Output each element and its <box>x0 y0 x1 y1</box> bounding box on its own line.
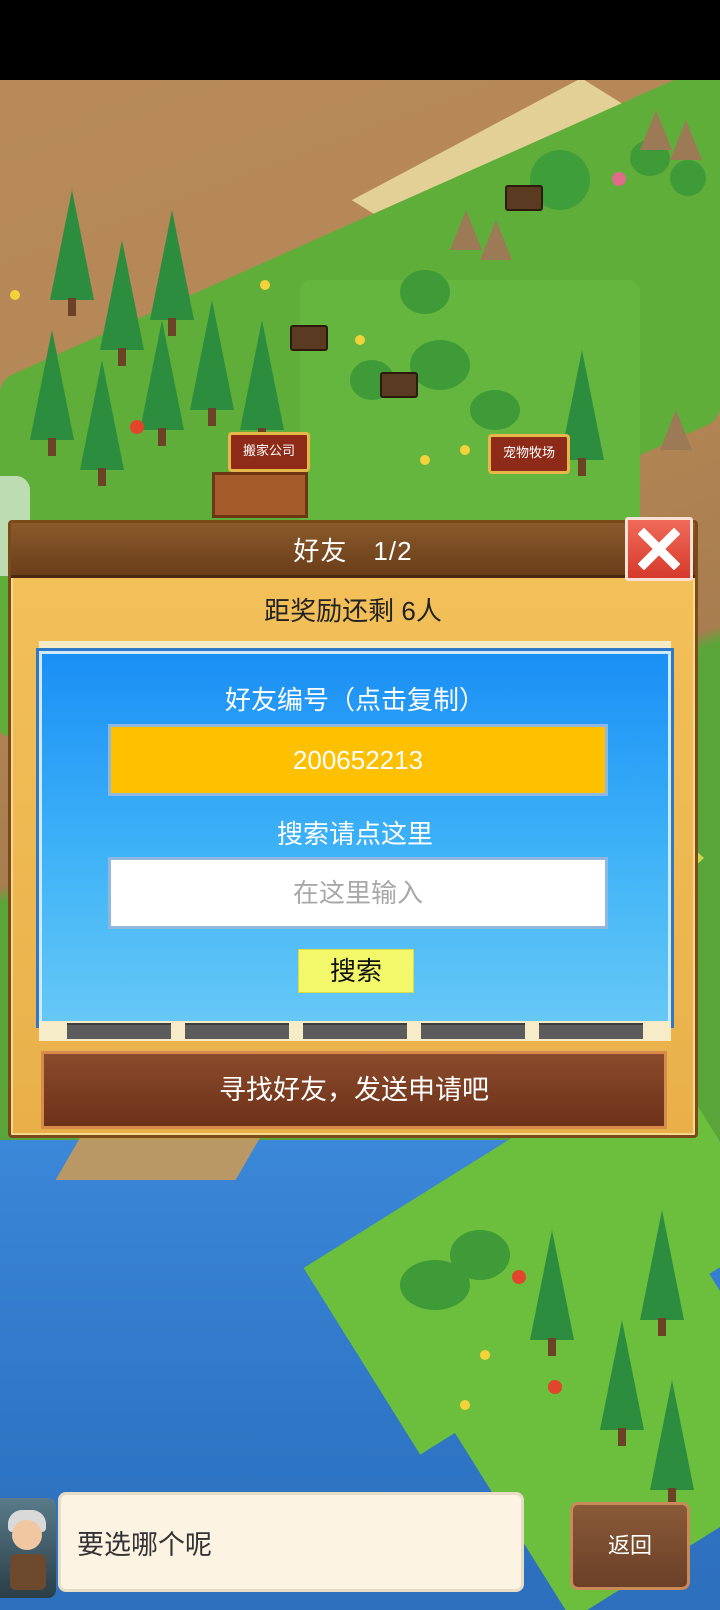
flower <box>480 1350 490 1360</box>
flower <box>460 1400 470 1410</box>
tree[interactable] <box>530 1230 574 1356</box>
friend-slot[interactable] <box>185 1023 289 1039</box>
flower <box>420 455 430 465</box>
treasure-chest[interactable] <box>290 325 328 351</box>
tree[interactable] <box>600 1320 644 1446</box>
dialog-title: 好友 1/2 <box>11 531 695 568</box>
dialog-header: 好友 1/2 <box>11 523 695 578</box>
avatar-face <box>12 1520 42 1550</box>
moving-company-building[interactable] <box>212 472 308 518</box>
pink-crystal <box>612 172 626 186</box>
tree[interactable] <box>30 330 74 456</box>
page-indicator: 1/2 <box>373 536 413 566</box>
friend-slot[interactable] <box>421 1023 525 1039</box>
tree[interactable] <box>650 1380 694 1506</box>
friend-id-copy-box[interactable]: 200652213 <box>108 724 608 796</box>
back-button[interactable]: 返回 <box>570 1502 690 1590</box>
friend-id-label: 好友编号（点击复制） <box>224 685 485 715</box>
search-button[interactable]: 搜索 <box>298 949 414 993</box>
red-flower <box>548 1380 562 1394</box>
friend-slot[interactable] <box>67 1023 171 1039</box>
tree[interactable] <box>50 190 94 316</box>
tree[interactable] <box>140 320 184 446</box>
search-label: 搜索请点这里 <box>276 819 433 849</box>
bush <box>410 340 470 390</box>
red-flower <box>130 420 144 434</box>
friend-slot[interactable] <box>539 1023 643 1039</box>
avatar-body <box>10 1554 46 1590</box>
character-avatar <box>0 1498 56 1598</box>
friend-slot[interactable] <box>303 1023 407 1039</box>
sign-pet-ranch[interactable]: 宠物牧场 <box>488 434 571 474</box>
rock <box>660 410 692 450</box>
flower <box>460 445 470 455</box>
panel-top-strip <box>39 641 671 651</box>
friends-dialog: 好友 1/2 距奖励还剩 6人 好友编号（点击复制） 200652213 搜索请点… <box>8 517 698 1138</box>
friend-id-panel: 好友编号（点击复制） 200652213 搜索请点这里 搜索 <box>39 651 671 1025</box>
tree[interactable] <box>640 1210 684 1336</box>
treasure-chest[interactable] <box>380 372 418 398</box>
status-bar <box>0 0 720 80</box>
sign-moving-company[interactable]: 搬家公司 <box>228 432 311 472</box>
tree[interactable] <box>240 320 284 446</box>
bush <box>400 270 450 314</box>
dialog-title-text: 好友 <box>293 536 348 566</box>
tree[interactable] <box>100 240 144 366</box>
red-flower <box>512 1270 526 1284</box>
reward-remaining-text: 距奖励还剩 6人 <box>264 596 442 626</box>
tree[interactable] <box>80 360 124 486</box>
tree[interactable] <box>150 210 194 336</box>
flower <box>355 335 365 345</box>
rock <box>450 210 482 250</box>
speech-bubble: 要选哪个呢 <box>58 1492 524 1592</box>
bush <box>470 390 520 430</box>
search-input[interactable] <box>108 857 608 929</box>
close-button[interactable] <box>625 517 693 581</box>
flower <box>260 280 270 290</box>
treasure-chest[interactable] <box>505 185 543 211</box>
flower <box>10 290 20 300</box>
rock <box>480 220 512 260</box>
tree[interactable] <box>190 300 234 426</box>
rock <box>670 120 702 160</box>
find-friends-button[interactable]: 寻找好友，发送申请吧 <box>41 1051 667 1129</box>
bush <box>670 160 706 196</box>
close-icon <box>638 528 680 570</box>
rock <box>640 110 672 150</box>
bush <box>450 1230 510 1280</box>
